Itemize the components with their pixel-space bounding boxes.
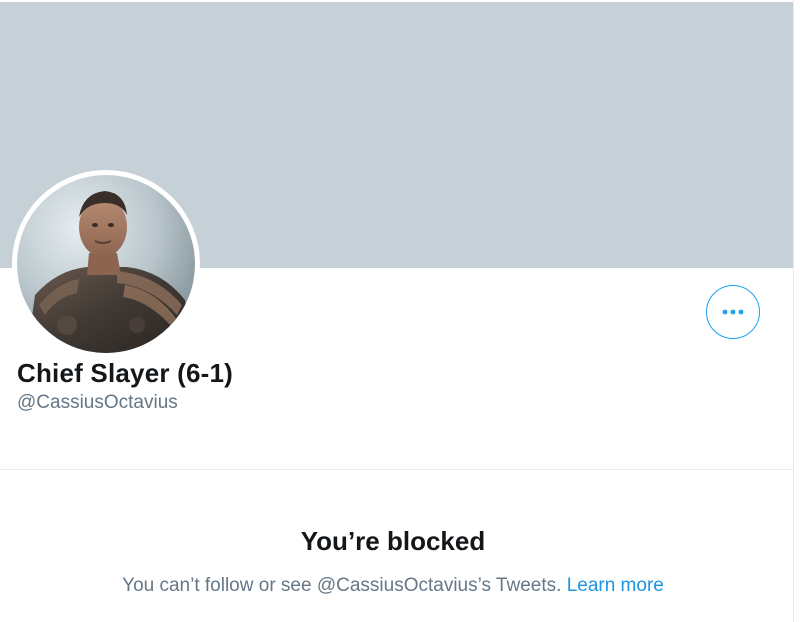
learn-more-link[interactable]: Learn more <box>567 575 664 596</box>
profile-page: Chief Slayer (6-1) @CassiusOctavius You’… <box>0 0 794 622</box>
blocked-message-text: You can’t follow or see @CassiusOctavius… <box>122 575 562 596</box>
profile-handle: @CassiusOctavius <box>17 392 178 413</box>
blocked-title: You’re blocked <box>300 526 486 556</box>
avatar[interactable] <box>12 170 200 358</box>
blocked-message: You can’t follow or see @CassiusOctavius… <box>0 575 786 597</box>
section-divider <box>0 469 793 470</box>
avatar-photo <box>17 175 195 353</box>
profile-display-name: Chief Slayer (6-1) <box>17 358 234 388</box>
more-options-button[interactable] <box>706 285 760 339</box>
more-horizontal-icon <box>722 309 744 315</box>
